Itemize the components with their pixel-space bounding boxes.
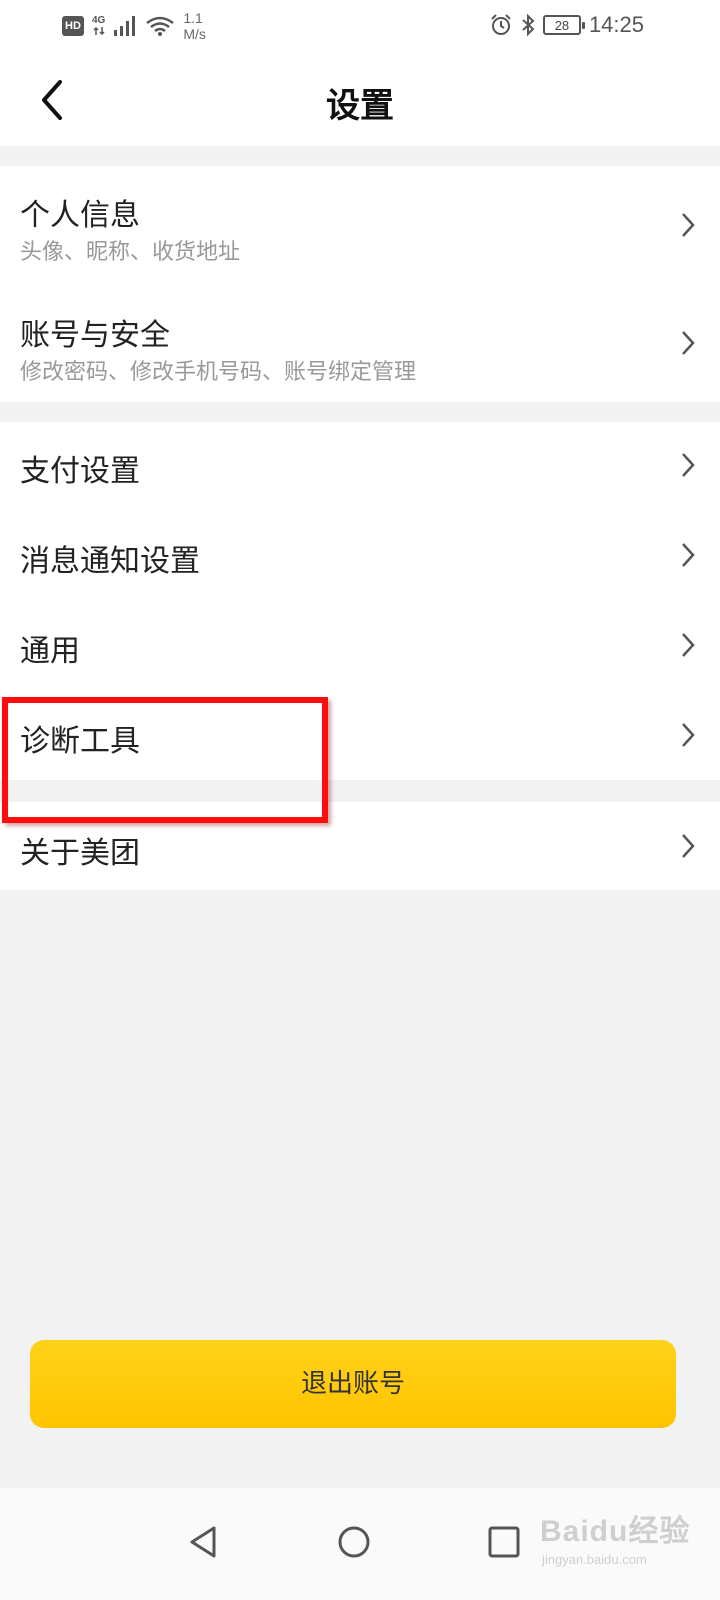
square-recents-icon <box>488 1526 520 1558</box>
general-title: 通用 <box>20 634 80 669</box>
wifi-icon <box>146 16 175 36</box>
chevron-right-icon <box>682 213 695 237</box>
highlight-box <box>2 697 328 823</box>
notification-settings-title: 消息通知设置 <box>20 544 200 579</box>
network-label: 4G <box>92 15 106 26</box>
triangle-back-icon <box>190 1526 216 1558</box>
chevron-right-icon <box>682 543 695 567</box>
nav-home-button[interactable] <box>334 1522 374 1562</box>
battery-indicator: 28 <box>542 15 585 35</box>
nav-recents-button[interactable] <box>484 1522 524 1562</box>
baidu-watermark: Baidu经验 jingyan.baidu.com <box>540 1496 710 1586</box>
bluetooth-icon <box>522 13 535 37</box>
watermark-sub: jingyan.baidu.com <box>542 1552 647 1567</box>
speed-unit: M/s <box>183 26 206 42</box>
status-left: HD 4G 1.1 M/s <box>62 10 206 42</box>
page-title: 设置 <box>326 86 394 126</box>
about-meituan-title: 关于美团 <box>20 836 140 871</box>
chevron-right-icon <box>682 633 695 657</box>
account-security-subtitle: 修改密码、修改手机号码、账号绑定管理 <box>20 360 417 385</box>
general-item[interactable]: 通用 <box>0 602 720 692</box>
page-header: 设置 <box>0 54 720 146</box>
account-security-item[interactable]: 账号与安全 修改密码、修改手机号码、账号绑定管理 <box>0 284 720 402</box>
watermark-main: Baidu经验 <box>540 1515 691 1548</box>
signal-icon <box>114 16 136 36</box>
logout-button[interactable]: 退出账号 <box>30 1340 676 1428</box>
network-speed: 1.1 M/s <box>183 10 206 42</box>
account-security-title: 账号与安全 <box>20 318 170 353</box>
chevron-right-icon <box>682 331 695 355</box>
clock: 14:25 <box>588 12 644 37</box>
notification-settings-item[interactable]: 消息通知设置 <box>0 512 720 602</box>
network-type: 4G <box>92 16 105 36</box>
chevron-right-icon <box>682 723 695 747</box>
chevron-right-icon <box>682 453 695 477</box>
chevron-right-icon <box>682 834 695 858</box>
status-bar: HD 4G 1.1 M/s 28 14:25 <box>0 0 720 54</box>
speed-value: 1.1 <box>183 10 203 26</box>
nav-back-button[interactable] <box>184 1522 224 1562</box>
payment-settings-item[interactable]: 支付设置 <box>0 422 720 512</box>
circle-home-icon <box>338 1526 370 1558</box>
status-right: 28 14:25 <box>489 12 644 38</box>
personal-info-item[interactable]: 个人信息 头像、昵称、收货地址 <box>0 166 720 284</box>
personal-info-title: 个人信息 <box>20 198 140 233</box>
settings-group-account: 个人信息 头像、昵称、收货地址 账号与安全 修改密码、修改手机号码、账号绑定管理 <box>0 166 720 402</box>
payment-settings-title: 支付设置 <box>20 454 140 489</box>
personal-info-subtitle: 头像、昵称、收货地址 <box>20 240 241 265</box>
data-arrows-icon <box>93 26 105 36</box>
hd-badge: HD <box>62 16 84 36</box>
alarm-icon <box>491 14 511 35</box>
